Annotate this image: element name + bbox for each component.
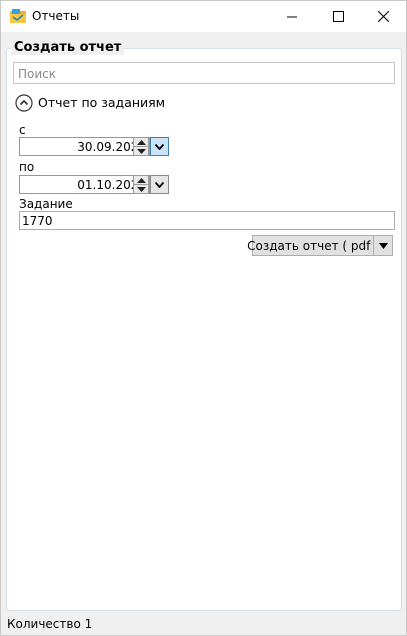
chevron-down-icon: [378, 242, 388, 249]
minimize-button[interactable]: [269, 1, 315, 32]
folder-report-icon: [9, 8, 27, 26]
search-input[interactable]: Поиск: [13, 62, 395, 84]
status-count: Количество 1: [7, 617, 93, 631]
group-title: Создать отчет: [11, 40, 125, 55]
app-window: Отчеты Создать отчет Поиск Отчет по зада…: [0, 0, 407, 636]
close-icon: [377, 11, 389, 22]
create-report-group: [6, 48, 402, 611]
maximize-button[interactable]: [315, 1, 361, 32]
close-button[interactable]: [360, 1, 406, 32]
task-input[interactable]: 1770: [19, 211, 395, 230]
spin-down-icon[interactable]: [134, 185, 148, 193]
chevron-up-circle-icon[interactable]: [15, 94, 33, 112]
chevron-down-icon: [155, 143, 164, 150]
to-date-label: по: [19, 160, 35, 174]
expander-label: Отчет по заданиям: [38, 95, 166, 110]
chevron-down-icon: [155, 181, 164, 188]
to-date-dropdown[interactable]: [150, 175, 169, 194]
from-date-field[interactable]: 30.09.2025: [19, 137, 150, 156]
window-title: Отчеты: [32, 9, 80, 23]
spin-up-icon[interactable]: [134, 176, 148, 185]
create-report-options-button[interactable]: [374, 235, 393, 256]
title-bar: Отчеты: [1, 1, 406, 32]
from-date-spinner[interactable]: [133, 137, 149, 156]
from-date-label: с: [19, 123, 26, 137]
spin-down-icon[interactable]: [134, 147, 148, 155]
to-date-spinner[interactable]: [133, 175, 149, 194]
create-report-button[interactable]: Создать отчет ( pdf ): [247, 235, 379, 256]
task-value: 1770: [22, 214, 53, 228]
to-date-field[interactable]: 01.10.2025: [19, 175, 150, 194]
spin-up-icon[interactable]: [134, 138, 148, 147]
from-date-dropdown[interactable]: [150, 137, 169, 156]
task-label: Задание: [19, 197, 73, 211]
minimize-icon: [286, 16, 297, 18]
search-placeholder: Поиск: [18, 67, 57, 81]
maximize-icon: [332, 11, 344, 22]
